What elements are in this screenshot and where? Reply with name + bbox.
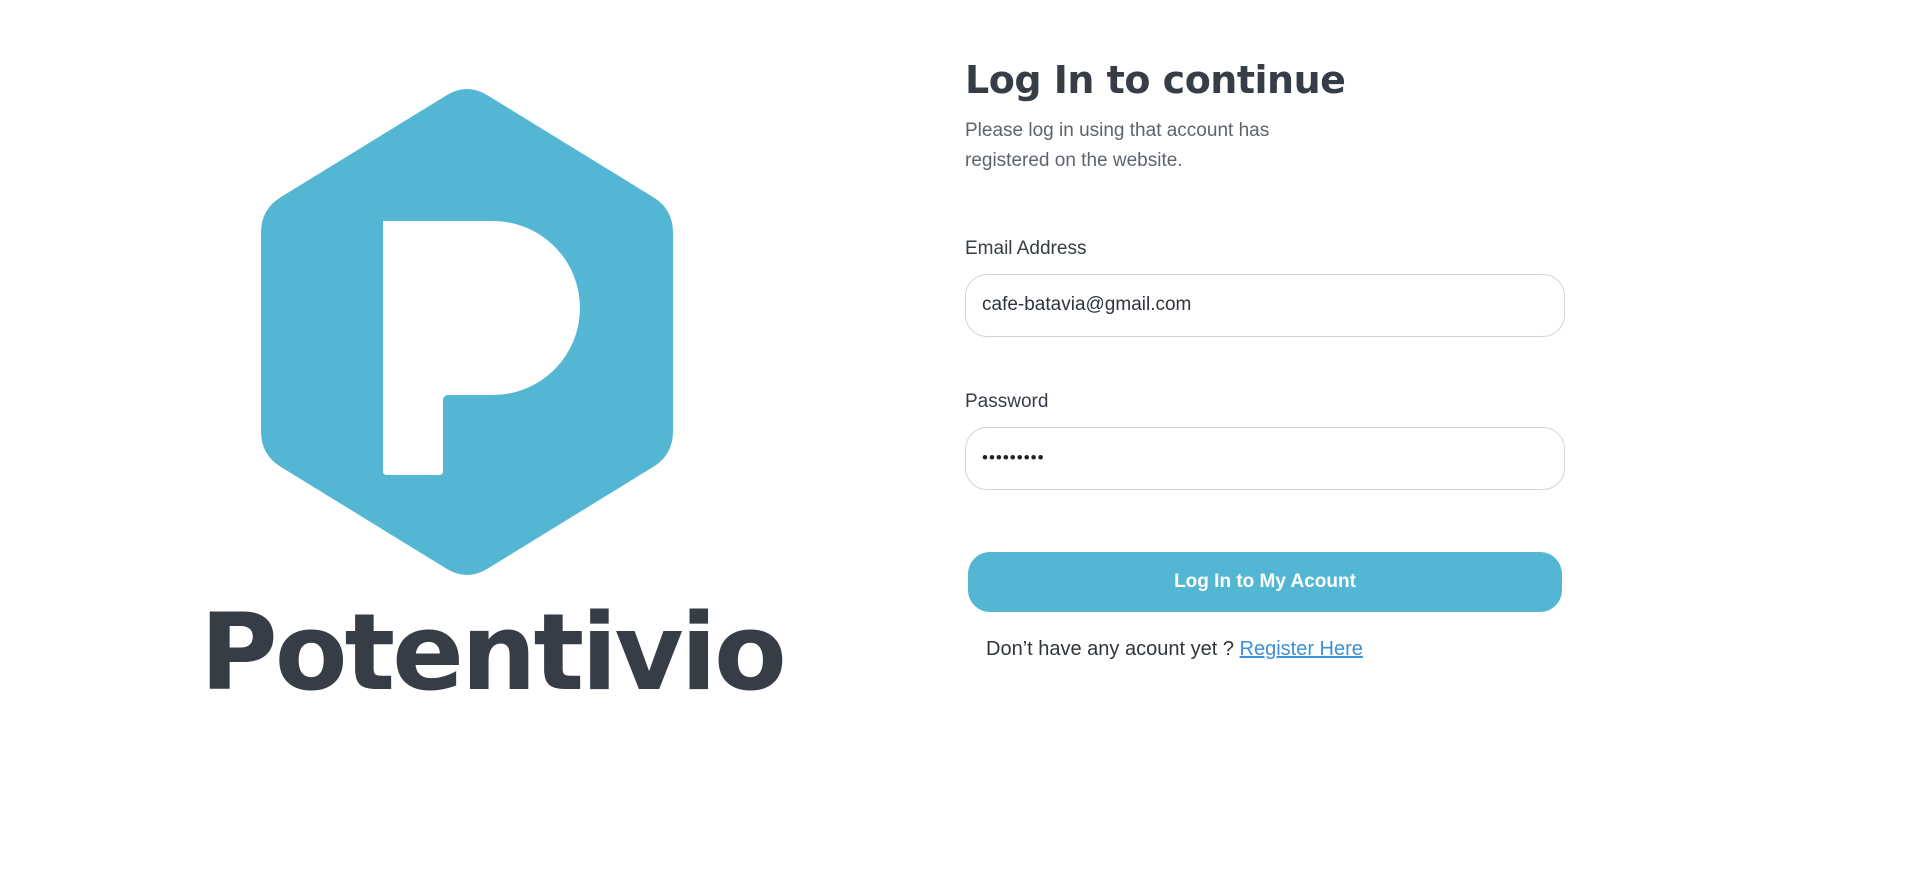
hexagon-p-logo-icon xyxy=(257,87,677,577)
password-label: Password xyxy=(965,390,1049,412)
password-field[interactable] xyxy=(965,426,1565,490)
register-link[interactable]: Register Here xyxy=(1240,638,1363,660)
register-prompt: Don’t have any acount yet ? xyxy=(986,637,1234,660)
brand-panel: Potentivio xyxy=(200,80,787,720)
page-subtitle: Please log in using that account has reg… xyxy=(965,119,1270,171)
login-button[interactable]: Log In to My Acount xyxy=(968,551,1562,612)
login-form: Log In to continue Please log in using t… xyxy=(965,58,1565,661)
login-page: Potentivio Log In to continue Please log… xyxy=(0,0,1920,885)
email-label: Email Address xyxy=(965,237,1087,259)
brand-name: Potentivio xyxy=(200,591,787,714)
register-prompt-line: Don’t have any acount yet ? Register Her… xyxy=(986,638,1565,661)
email-field[interactable] xyxy=(965,273,1565,337)
page-title: Log In to continue xyxy=(965,58,1346,102)
